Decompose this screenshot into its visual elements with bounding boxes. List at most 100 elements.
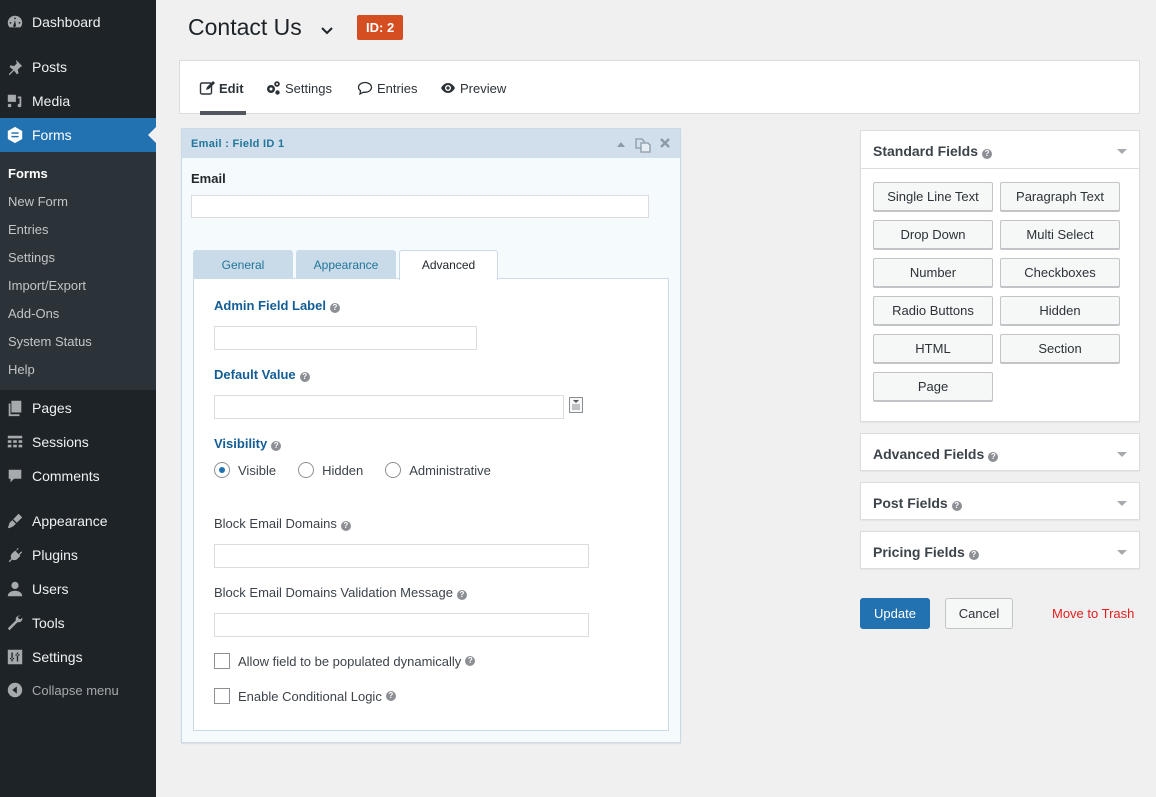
advanced-fields-title[interactable]: Advanced Fields? <box>873 446 999 462</box>
submenu-add-ons[interactable]: Add-Ons <box>8 306 59 321</box>
merge-tags-icon[interactable] <box>569 397 583 413</box>
menu-item-comments[interactable]: Comments <box>0 459 156 493</box>
help-icon[interactable]: ? <box>271 441 282 451</box>
tab-label: Edit <box>219 80 244 96</box>
menu-item-tools[interactable]: Tools <box>0 606 156 640</box>
tab-advanced[interactable]: Advanced <box>399 250 498 280</box>
post-fields-title[interactable]: Post Fields? <box>873 495 962 511</box>
add-multi-select-button[interactable]: Multi Select <box>1000 220 1120 249</box>
cancel-button[interactable]: Cancel <box>945 598 1013 629</box>
submenu-forms[interactable]: Forms <box>8 166 48 181</box>
expand-arrow-icon[interactable] <box>1117 550 1127 555</box>
radio-unchecked[interactable] <box>298 462 315 478</box>
help-icon[interactable]: ? <box>329 303 340 313</box>
visibility-hidden-radio[interactable]: Hidden <box>298 462 363 478</box>
user-icon <box>5 579 25 599</box>
standard-fields-title[interactable]: Standard Fields? <box>873 143 993 159</box>
add-html-button[interactable]: HTML <box>873 334 993 363</box>
menu-item-media[interactable]: Media <box>0 84 156 118</box>
table-icon <box>5 432 25 452</box>
submenu-settings[interactable]: Settings <box>8 250 55 265</box>
visibility-heading: Visibility? <box>214 436 282 451</box>
chevron-down-icon[interactable] <box>318 21 336 39</box>
advanced-fields-box[interactable]: Advanced Fields? <box>860 433 1140 471</box>
menu-item-users[interactable]: Users <box>0 572 156 606</box>
pricing-fields-box[interactable]: Pricing Fields? <box>860 531 1140 569</box>
tab-entries[interactable]: Entries <box>357 80 417 96</box>
expand-arrow-icon[interactable] <box>1117 452 1127 457</box>
menu-label: Users <box>32 581 69 597</box>
checkbox[interactable] <box>214 653 230 669</box>
tab-preview[interactable]: Preview <box>440 80 506 96</box>
pricing-fields-title[interactable]: Pricing Fields? <box>873 544 979 560</box>
allow-dynamic-checkbox[interactable]: Allow field to be populated dynamically? <box>214 653 476 669</box>
visibility-visible-radio[interactable]: Visible <box>214 462 276 478</box>
tab-edit[interactable]: Edit <box>199 80 244 96</box>
menu-item-appearance[interactable]: Appearance <box>0 504 156 538</box>
submenu-new-form[interactable]: New Form <box>8 194 68 209</box>
media-icon <box>5 91 25 111</box>
update-button[interactable]: Update <box>860 598 930 629</box>
submenu-system-status[interactable]: System Status <box>8 334 92 349</box>
duplicate-icon[interactable] <box>634 136 652 154</box>
block-email-domains-input[interactable] <box>214 544 589 568</box>
collapse-arrow-icon[interactable] <box>1117 149 1127 154</box>
active-tab-indicator <box>200 111 246 115</box>
field-editor-header[interactable]: Email : Field ID 1 <box>182 129 680 158</box>
add-drop-down-button[interactable]: Drop Down <box>873 220 993 249</box>
add-number-button[interactable]: Number <box>873 258 993 287</box>
help-icon[interactable]: ? <box>982 149 993 159</box>
post-fields-box[interactable]: Post Fields? <box>860 482 1140 520</box>
add-page-button[interactable]: Page <box>873 372 993 401</box>
add-section-button[interactable]: Section <box>1000 334 1120 363</box>
field-preview-input[interactable] <box>191 195 649 218</box>
help-icon[interactable]: ? <box>340 521 351 531</box>
collapse-arrow-icon[interactable] <box>616 140 626 148</box>
add-checkboxes-button[interactable]: Checkboxes <box>1000 258 1120 287</box>
add-single-line-text-button[interactable]: Single Line Text <box>873 182 993 211</box>
visibility-administrative-radio[interactable]: Administrative <box>385 462 491 478</box>
help-icon[interactable]: ? <box>968 550 979 560</box>
help-icon[interactable]: ? <box>465 656 476 666</box>
help-icon[interactable]: ? <box>951 501 962 511</box>
menu-item-sessions[interactable]: Sessions <box>0 425 156 459</box>
submenu-help[interactable]: Help <box>8 362 35 377</box>
help-icon[interactable]: ? <box>299 372 310 382</box>
help-icon[interactable]: ? <box>456 590 467 600</box>
radio-unchecked[interactable] <box>385 462 402 478</box>
expand-arrow-icon[interactable] <box>1117 501 1127 506</box>
add-hidden-button[interactable]: Hidden <box>1000 296 1120 325</box>
move-to-trash-link[interactable]: Move to Trash <box>1052 606 1134 621</box>
label-text: Block Email Domains Validation Message <box>214 585 453 600</box>
delete-field-icon[interactable] <box>659 137 671 149</box>
tab-settings[interactable]: Settings <box>265 80 332 96</box>
submenu-entries[interactable]: Entries <box>8 222 48 237</box>
default-value-input[interactable] <box>214 395 564 419</box>
menu-item-settings[interactable]: Settings <box>0 640 156 674</box>
menu-item-pages[interactable]: Pages <box>0 391 156 425</box>
menu-item-plugins[interactable]: Plugins <box>0 538 156 572</box>
tab-appearance[interactable]: Appearance <box>296 250 396 279</box>
wrench-icon <box>5 613 25 633</box>
default-value-heading: Default Value? <box>214 367 310 382</box>
add-paragraph-text-button[interactable]: Paragraph Text <box>1000 182 1120 211</box>
conditional-logic-checkbox[interactable]: Enable Conditional Logic? <box>214 688 396 704</box>
block-email-msg-input[interactable] <box>214 613 589 637</box>
menu-item-dashboard[interactable]: Dashboard <box>0 5 156 39</box>
submenu-import-export[interactable]: Import/Export <box>8 278 86 293</box>
collapse-menu-button[interactable]: Collapse menu <box>0 673 156 707</box>
help-icon[interactable]: ? <box>988 452 999 462</box>
radio-checked[interactable] <box>214 462 230 478</box>
menu-item-forms[interactable]: Forms <box>0 118 156 152</box>
checkbox-label: Enable Conditional Logic <box>238 688 382 704</box>
checkbox[interactable] <box>214 688 230 704</box>
add-radio-buttons-button[interactable]: Radio Buttons <box>873 296 993 325</box>
admin-field-label-input[interactable] <box>214 326 477 350</box>
help-icon[interactable]: ? <box>385 691 396 701</box>
plug-icon <box>5 545 25 565</box>
menu-label: Tools <box>32 615 65 631</box>
tab-label: Entries <box>377 80 418 96</box>
form-title: Contact Us <box>188 14 302 40</box>
tab-general[interactable]: General <box>193 250 293 279</box>
menu-item-posts[interactable]: Posts <box>0 50 156 84</box>
